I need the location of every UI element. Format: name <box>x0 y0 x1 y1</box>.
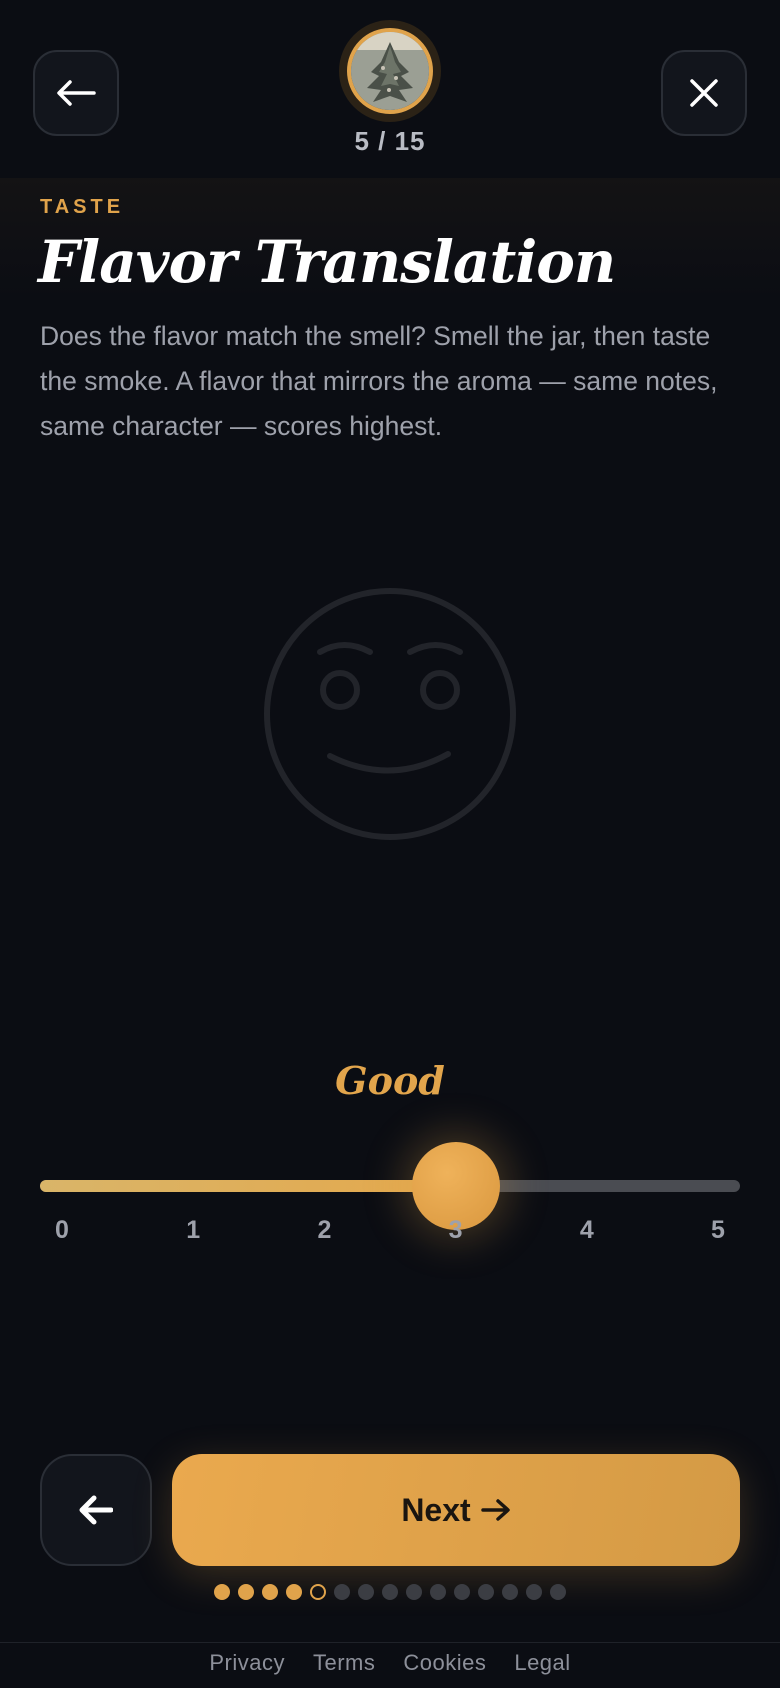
previous-button[interactable] <box>40 1454 152 1566</box>
next-button-label: Next <box>401 1491 471 1528</box>
progress-dot <box>358 1584 374 1600</box>
section-eyebrow: TASTE <box>40 196 125 218</box>
footer-divider <box>0 1642 780 1643</box>
footer-link-legal[interactable]: Legal <box>514 1650 570 1676</box>
smiling-face-icon <box>264 588 516 840</box>
progress-dot <box>382 1584 398 1600</box>
progress-dot <box>406 1584 422 1600</box>
progress-dot <box>430 1584 446 1600</box>
progress-dot <box>310 1584 326 1600</box>
section-description: Does the flavor match the smell? Smell t… <box>40 321 718 441</box>
progress-dot <box>214 1584 230 1600</box>
footer-links: Privacy Terms Cookies Legal <box>0 1650 780 1676</box>
strain-avatar-ring <box>339 20 441 122</box>
back-button[interactable] <box>33 50 119 136</box>
slider-tick-0: 0 <box>55 1216 69 1244</box>
next-button[interactable]: Next <box>172 1454 740 1566</box>
progress-dot <box>478 1584 494 1600</box>
slider-tick-2: 2 <box>317 1216 332 1244</box>
progress-dots <box>214 1584 566 1600</box>
arrow-left-icon <box>57 80 96 106</box>
cannabis-plant-image <box>351 32 429 110</box>
progress-dot <box>526 1584 542 1600</box>
progress-dot <box>502 1584 518 1600</box>
slider-tick-5: 5 <box>711 1216 725 1244</box>
strain-avatar <box>347 28 433 114</box>
arrow-right-icon <box>480 1499 510 1521</box>
rating-slider[interactable] <box>40 1142 740 1230</box>
slider-tick-4: 4 <box>579 1216 594 1244</box>
arrow-left-icon <box>79 1495 113 1525</box>
progress-dot <box>286 1584 302 1600</box>
page-title: Flavor Translation <box>38 228 616 296</box>
close-button[interactable] <box>661 50 747 136</box>
step-counter: 5 / 15 <box>354 126 426 156</box>
slider-fill <box>40 1180 456 1192</box>
progress-dot <box>454 1584 470 1600</box>
footer-link-privacy[interactable]: Privacy <box>209 1650 285 1676</box>
footer-link-terms[interactable]: Terms <box>313 1650 375 1676</box>
footer-link-cookies[interactable]: Cookies <box>403 1650 486 1676</box>
progress-dot <box>550 1584 566 1600</box>
progress-dot <box>334 1584 350 1600</box>
slider-tick-3: 3 <box>448 1216 463 1244</box>
slider-tick-1: 1 <box>186 1216 201 1244</box>
rating-label: Good <box>335 1058 445 1103</box>
progress-dot <box>262 1584 278 1600</box>
progress-dot <box>238 1584 254 1600</box>
close-icon <box>690 79 718 107</box>
